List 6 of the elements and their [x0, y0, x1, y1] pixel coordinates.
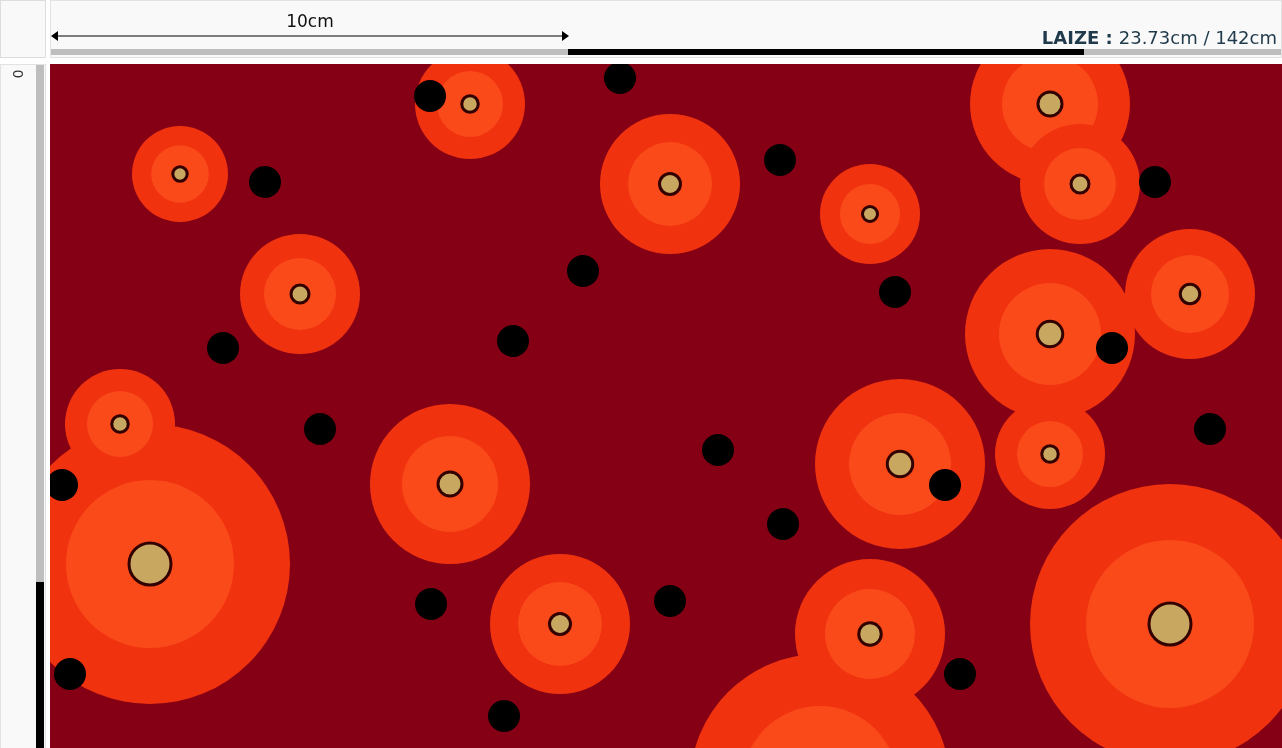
width-value: 23.73cm / 142cm	[1118, 27, 1277, 48]
ruler-corner	[0, 0, 46, 58]
dimension-arrow-icon	[51, 31, 569, 41]
measure-label: 10cm	[286, 11, 334, 31]
ruler-label: 0	[11, 69, 26, 79]
width-label: LAIZE :	[1041, 27, 1113, 48]
